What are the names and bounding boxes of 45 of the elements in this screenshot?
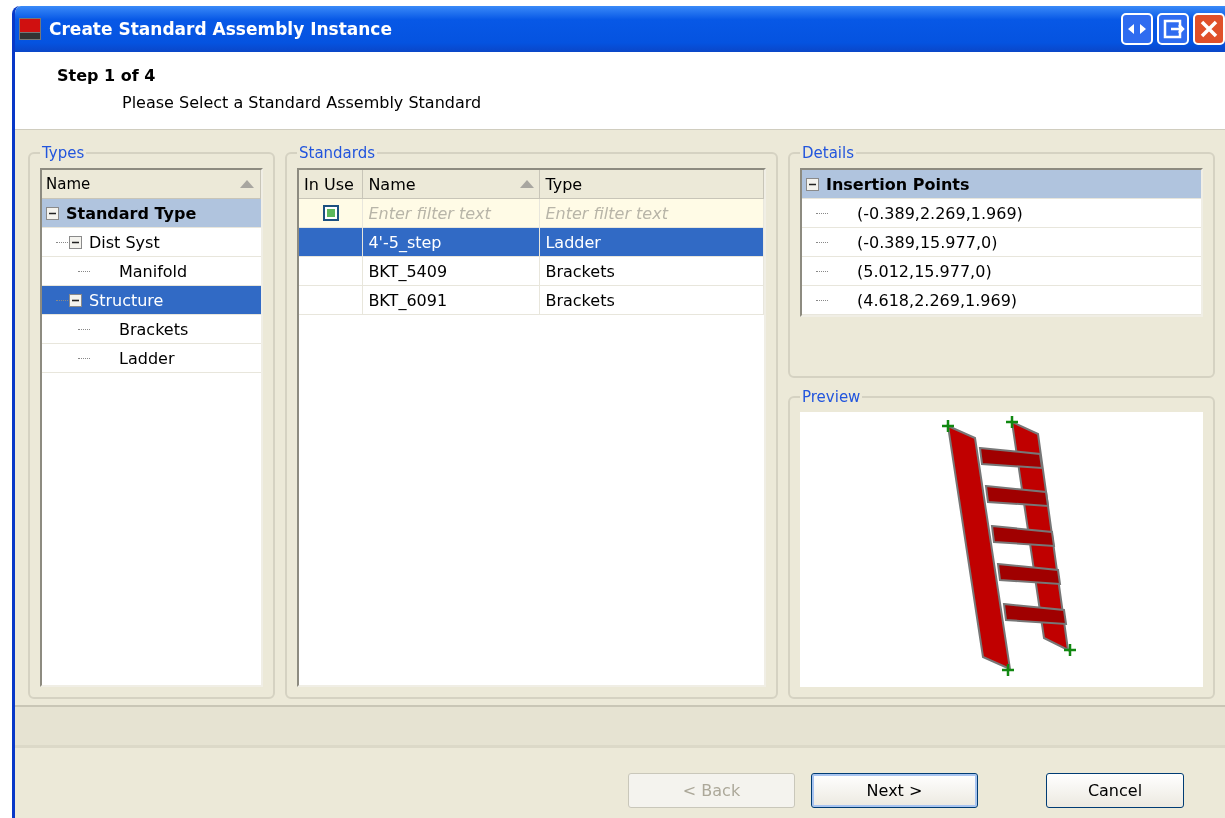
table-cell: 4'-5_step <box>363 228 541 256</box>
step-title: Step 1 of 4 <box>57 65 157 85</box>
wizard-button[interactable]: Cancel <box>1046 773 1184 808</box>
tree-item[interactable]: Structure <box>42 286 261 315</box>
tree-group-row[interactable]: Standard Type <box>42 199 261 228</box>
step-instruction: Please Select a Standard Assembly Standard <box>121 92 483 112</box>
collapse-icon[interactable] <box>69 235 82 249</box>
group-legend: Standards <box>297 144 378 162</box>
tree-item[interactable]: Brackets <box>42 315 261 344</box>
table-cell: BKT_5409 <box>363 257 541 285</box>
app-logo-icon <box>19 18 41 40</box>
group-legend: Types <box>40 144 87 162</box>
tree-item[interactable]: (-0.389,15.977,0) <box>802 228 1201 257</box>
window-title: Create Standard Assembly Instance <box>49 19 393 39</box>
table-row[interactable]: 4'-5_step Ladder <box>299 228 764 257</box>
table-cell: Brackets <box>540 286 764 314</box>
wizard-button[interactable]: Next > <box>811 773 978 808</box>
resize-icon[interactable] <box>1121 13 1153 45</box>
collapse-icon[interactable] <box>69 293 82 307</box>
table-cell: Ladder <box>540 228 764 256</box>
tree-item[interactable]: (-0.389,2.269,1.969) <box>802 199 1201 228</box>
tree-item[interactable]: Ladder <box>42 344 261 373</box>
filter-field[interactable]: Enter filter text <box>363 199 540 227</box>
tree-item[interactable]: (5.012,15.977,0) <box>802 257 1201 286</box>
collapse-icon[interactable] <box>806 177 819 191</box>
sort-arrow-icon <box>240 180 254 188</box>
checkbox[interactable] <box>322 205 339 221</box>
tree-item[interactable]: Dist Syst <box>42 228 261 257</box>
tree-item[interactable]: (4.618,2.269,1.969) <box>802 286 1201 315</box>
sort-arrow-icon <box>520 180 535 188</box>
group-legend: Preview <box>800 388 863 406</box>
column-header[interactable]: Name <box>42 170 261 199</box>
table-cell: Brackets <box>540 257 764 285</box>
restore-icon[interactable] <box>1157 13 1189 45</box>
filter-field[interactable]: Enter filter text <box>540 199 763 227</box>
tree-group-row[interactable]: Insertion Points <box>802 170 1201 199</box>
column-header[interactable]: In Use <box>299 170 364 199</box>
close-icon[interactable] <box>1193 13 1225 45</box>
table-row[interactable]: BKT_6091 Brackets <box>299 286 764 315</box>
collapse-icon[interactable] <box>46 206 59 220</box>
column-header[interactable]: Name <box>363 170 541 199</box>
table-row[interactable]: BKT_5409 Brackets <box>299 257 764 286</box>
group-legend: Details <box>800 144 856 162</box>
table-cell: BKT_6091 <box>363 286 541 314</box>
column-header[interactable]: Type <box>540 170 764 199</box>
